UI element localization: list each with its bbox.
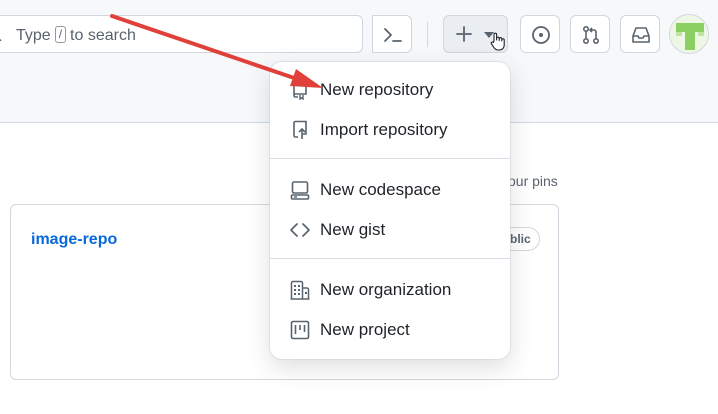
- pull-requests-button[interactable]: [570, 15, 610, 53]
- repo-link[interactable]: image-repo: [31, 231, 117, 249]
- user-avatar[interactable]: [669, 14, 709, 54]
- plus-icon: [456, 26, 472, 42]
- menu-item-new-gist[interactable]: New gist: [270, 211, 510, 251]
- codespace-icon: [290, 181, 310, 200]
- menu-item-label: New codespace: [320, 180, 441, 199]
- menu-item-label: New gist: [320, 220, 386, 239]
- search-input[interactable]: Type / to search: [0, 15, 363, 53]
- menu-item-new-project[interactable]: New project: [270, 311, 510, 351]
- menu-item-label: New repository: [320, 80, 434, 99]
- header-divider: [427, 22, 428, 47]
- create-new-button[interactable]: [443, 15, 508, 53]
- code-icon: [290, 223, 310, 237]
- repo-icon: [293, 80, 307, 100]
- search-icon: [0, 38, 2, 41]
- customize-pins-text[interactable]: our pins: [508, 173, 558, 189]
- menu-divider: [270, 158, 510, 159]
- search-placeholder: Type / to search: [16, 26, 136, 44]
- menu-item-new-codespace[interactable]: New codespace: [270, 171, 510, 211]
- menu-item-label: New project: [320, 320, 410, 339]
- project-icon: [290, 320, 310, 340]
- menu-divider: [270, 258, 510, 259]
- identicon-icon: [670, 15, 708, 53]
- organization-icon: [290, 280, 310, 300]
- inbox-icon: [632, 27, 650, 43]
- git-pull-request-icon: [582, 25, 600, 45]
- repo-push-icon: [293, 120, 307, 139]
- terminal-icon: [384, 28, 402, 42]
- hand-cursor-icon: [490, 32, 505, 51]
- menu-item-label: Import repository: [320, 120, 448, 139]
- issue-opened-icon: [532, 26, 550, 44]
- command-palette-button[interactable]: [372, 15, 412, 53]
- issues-button[interactable]: [520, 15, 560, 53]
- menu-item-label: New organization: [320, 280, 452, 299]
- menu-item-import-repository[interactable]: Import repository: [270, 111, 510, 151]
- menu-item-new-organization[interactable]: New organization: [270, 271, 510, 311]
- menu-item-new-repository[interactable]: New repository: [270, 71, 510, 111]
- create-dropdown-menu: New repository Import repository New cod…: [270, 62, 510, 359]
- inbox-button[interactable]: [620, 15, 660, 53]
- search-shortcut-key: /: [54, 26, 67, 43]
